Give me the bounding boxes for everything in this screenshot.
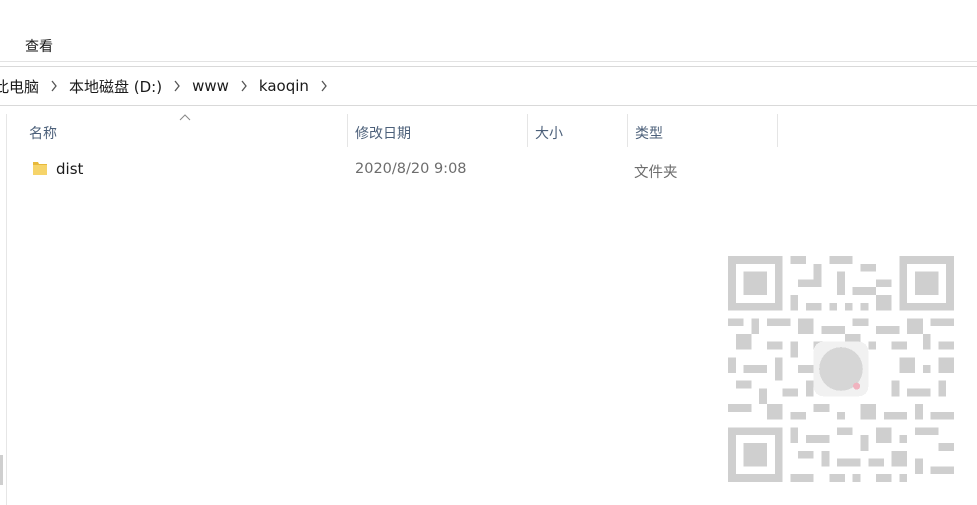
- breadcrumb-local-disk[interactable]: 本地磁盘 (D:): [68, 76, 163, 97]
- column-header-date[interactable]: 修改日期: [348, 114, 528, 147]
- column-header-type[interactable]: 类型: [628, 114, 778, 147]
- column-headers: 名称 修改日期 大小 类型: [22, 114, 778, 147]
- column-header-name-label: 名称: [29, 126, 57, 142]
- qr-code-watermark: [728, 256, 954, 482]
- folder-icon: [33, 162, 47, 175]
- column-header-date-label: 修改日期: [355, 126, 411, 142]
- chevron-right-icon[interactable]: [316, 80, 332, 92]
- navigation-pane-border: [6, 114, 7, 505]
- file-type: 文件夹: [634, 165, 678, 181]
- address-bar[interactable]: 此电脑 本地磁盘 (D:) www kaoqin: [0, 66, 977, 106]
- file-name[interactable]: dist: [56, 160, 83, 178]
- file-date: 2020/8/20 9:08: [355, 161, 467, 177]
- breadcrumb-kaoqin[interactable]: kaoqin: [258, 77, 310, 95]
- sort-ascending-icon: [179, 114, 191, 121]
- column-header-size[interactable]: 大小: [528, 114, 628, 147]
- qr-center-logo: [813, 341, 869, 397]
- chevron-right-icon[interactable]: [169, 80, 185, 92]
- column-header-type-label: 类型: [635, 126, 663, 142]
- ribbon: 查看: [0, 0, 977, 62]
- breadcrumb-this-pc[interactable]: 此电脑: [0, 76, 40, 97]
- file-row[interactable]: dist 2020/8/20 9:08 文件夹: [22, 152, 782, 186]
- breadcrumb: 此电脑 本地磁盘 (D:) www kaoqin: [0, 67, 338, 105]
- chevron-right-icon[interactable]: [236, 80, 252, 92]
- breadcrumb-www[interactable]: www: [191, 77, 230, 95]
- navigation-pane-scrollbar[interactable]: [0, 455, 3, 485]
- ribbon-tab-view[interactable]: 查看: [25, 36, 53, 56]
- column-header-size-label: 大小: [535, 126, 563, 142]
- column-header-name[interactable]: 名称: [22, 114, 348, 147]
- chevron-right-icon[interactable]: [46, 80, 62, 92]
